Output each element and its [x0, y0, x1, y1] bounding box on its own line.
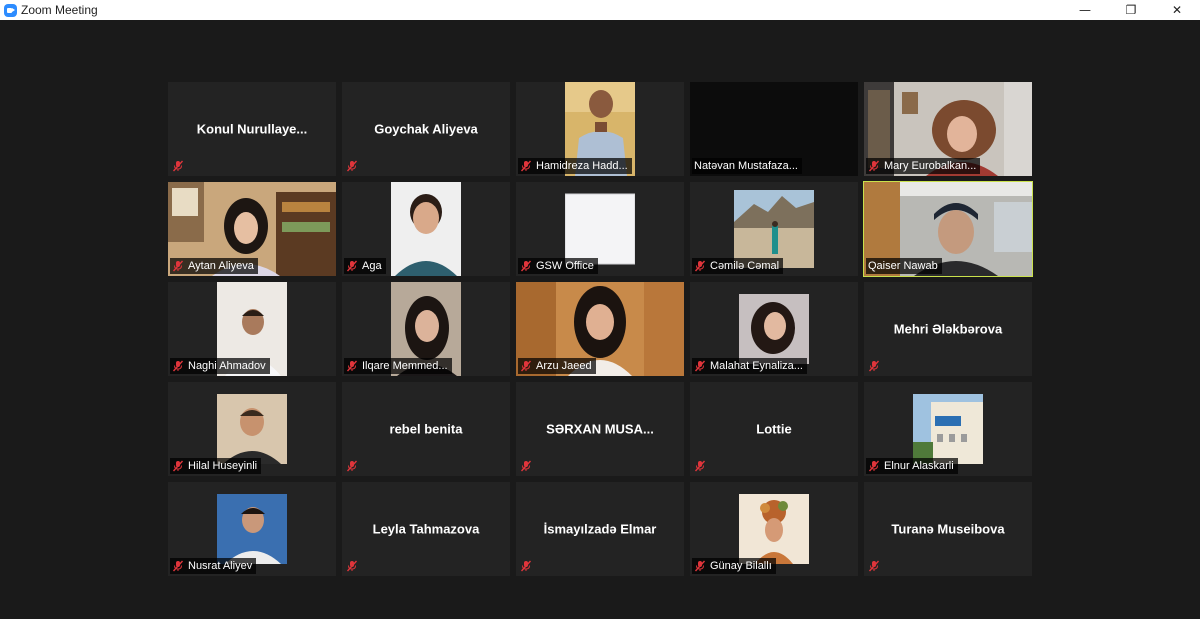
muted-mic-icon	[868, 560, 880, 572]
participant-tile[interactable]: Aga	[342, 182, 510, 276]
participant-label: Malahat Eynaliza...	[692, 358, 807, 374]
participant-tile[interactable]: Leyla Tahmazova	[342, 482, 510, 576]
participant-tile[interactable]: Günay Bilallı	[690, 482, 858, 576]
participant-label: Elnur Alaskarli	[866, 458, 958, 474]
muted-mic-icon	[172, 360, 184, 372]
muted-mic-icon	[868, 360, 880, 372]
participant-label: Natəvan Mustafaza...	[692, 158, 802, 174]
participant-label	[518, 558, 540, 574]
participant-label	[518, 458, 540, 474]
participant-label: Arzu Jaeed	[518, 358, 596, 374]
participant-label	[344, 158, 366, 174]
muted-mic-icon	[346, 560, 358, 572]
muted-mic-icon	[346, 260, 358, 272]
participant-tile[interactable]: Konul Nurullaye...	[168, 82, 336, 176]
zoom-app-icon	[4, 3, 17, 17]
participant-tile[interactable]: Turanə Museibova	[864, 482, 1032, 576]
muted-mic-icon	[520, 260, 532, 272]
muted-mic-icon	[520, 360, 532, 372]
participant-tile[interactable]: Elnur Alaskarli	[864, 382, 1032, 476]
close-button[interactable]: ✕	[1154, 0, 1200, 20]
participant-label	[344, 458, 366, 474]
muted-mic-icon	[520, 160, 532, 172]
participant-tile[interactable]: Arzu Jaeed	[516, 282, 684, 376]
participant-label	[344, 558, 366, 574]
muted-mic-icon	[346, 360, 358, 372]
participant-name: İsmayılzadə Elmar	[543, 521, 657, 537]
participant-tile[interactable]: Hamidreza Hadd...	[516, 82, 684, 176]
muted-mic-icon	[694, 260, 706, 272]
muted-mic-icon	[868, 160, 880, 172]
participant-tile[interactable]: Lottie	[690, 382, 858, 476]
participant-tile[interactable]: Naghi Ahmadov	[168, 282, 336, 376]
participant-name: Turanə Museibova	[891, 521, 1005, 537]
muted-mic-icon	[694, 560, 706, 572]
muted-mic-icon	[520, 460, 532, 472]
muted-mic-icon	[172, 560, 184, 572]
participant-label: Aytan Aliyeva	[170, 258, 258, 274]
participant-label: Hilal Huseyinli	[170, 458, 262, 474]
participant-name: SƏRXAN MUSA...	[546, 421, 654, 437]
participant-name: Konul Nurullaye...	[196, 121, 308, 137]
participant-video	[391, 182, 461, 276]
window-title: Zoom Meeting	[21, 3, 98, 17]
muted-mic-icon	[694, 360, 706, 372]
restore-button[interactable]: ❐	[1108, 0, 1154, 20]
participant-tile[interactable]: Goychak Aliyeva	[342, 82, 510, 176]
participant-label: Mary Eurobalkan...	[866, 158, 981, 174]
participant-label	[866, 358, 888, 374]
participant-label	[170, 158, 192, 174]
participant-label: Günay Bilallı	[692, 558, 776, 574]
muted-mic-icon	[172, 160, 184, 172]
participant-tile[interactable]: Ilqare Memmed...	[342, 282, 510, 376]
participant-label: Nusrat Aliyev	[170, 558, 257, 574]
muted-mic-icon	[172, 460, 184, 472]
participant-tile[interactable]: Mary Eurobalkan...	[864, 82, 1032, 176]
participant-label: Ilqare Memmed...	[344, 358, 452, 374]
participant-name: Goychak Aliyeva	[374, 121, 478, 137]
participant-tile[interactable]: SƏRXAN MUSA...	[516, 382, 684, 476]
participant-tile-active-speaker[interactable]: Qaiser Nawab	[863, 181, 1033, 277]
participant-tile[interactable]: GSW Office	[516, 182, 684, 276]
muted-mic-icon	[868, 460, 880, 472]
participant-tile[interactable]: Malahat Eynaliza...	[690, 282, 858, 376]
participant-label: Cəmilə Cəmal	[692, 258, 784, 274]
participant-label	[692, 458, 714, 474]
muted-mic-icon	[346, 160, 358, 172]
participant-label: Hamidreza Hadd...	[518, 158, 632, 174]
minimize-button[interactable]: —	[1062, 0, 1108, 20]
participant-tile[interactable]: Hilal Huseyinli	[168, 382, 336, 476]
participant-name: Lottie	[756, 421, 792, 437]
muted-mic-icon	[694, 460, 706, 472]
participant-tile[interactable]: rebel benita	[342, 382, 510, 476]
participant-tile[interactable]: Natəvan Mustafaza...	[690, 82, 858, 176]
participant-name: Leyla Tahmazova	[372, 521, 480, 537]
participant-tile[interactable]: İsmayılzadə Elmar	[516, 482, 684, 576]
muted-mic-icon	[172, 260, 184, 272]
participant-label: GSW Office	[518, 258, 598, 274]
participant-label: Aga	[344, 258, 386, 274]
gallery-view: Konul Nurullaye... Goychak Aliyeva Hamid…	[168, 82, 1033, 576]
window-controls: — ❐ ✕	[1062, 0, 1200, 20]
participant-tile[interactable]: Aytan Aliyeva	[168, 182, 336, 276]
muted-mic-icon	[520, 560, 532, 572]
participant-label: Qaiser Nawab	[866, 258, 942, 274]
participant-name: rebel benita	[389, 421, 463, 437]
muted-mic-icon	[346, 460, 358, 472]
participant-label	[866, 558, 888, 574]
participant-label: Naghi Ahmadov	[170, 358, 270, 374]
participant-tile[interactable]: Nusrat Aliyev	[168, 482, 336, 576]
title-bar: Zoom Meeting — ❐ ✕	[0, 0, 1200, 20]
participant-tile[interactable]: Mehri Ələkbərova	[864, 282, 1032, 376]
participant-name: Mehri Ələkbərova	[893, 321, 1003, 337]
participant-tile[interactable]: Cəmilə Cəmal	[690, 182, 858, 276]
